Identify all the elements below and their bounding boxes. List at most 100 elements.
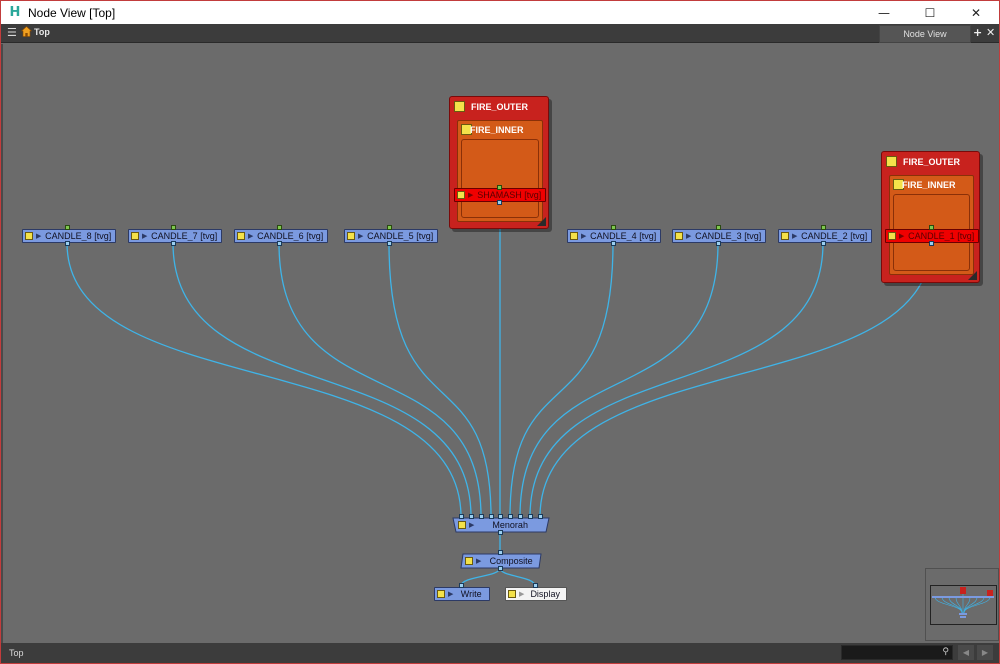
navigator-preview [932,587,994,618]
input-port[interactable] [533,583,538,588]
node-label: CANDLE_2 [tvg] [801,231,868,241]
input-port[interactable] [277,225,282,230]
group-header: FIRE_INNER [461,124,524,135]
wire-composite-write [460,567,501,587]
enable-toggle-icon[interactable] [131,232,139,240]
maximize-icon: ☐ [924,5,936,20]
fire-inner-group-shamash[interactable]: FIRE_INNER [457,120,543,222]
input-port[interactable] [387,225,392,230]
enable-toggle-icon[interactable] [781,232,789,240]
breadcrumb[interactable]: Top [21,26,50,37]
wire-candle-6 [278,242,482,518]
enable-toggle-icon[interactable] [886,156,897,167]
resize-handle-icon[interactable] [537,217,546,226]
close-icon: ✕ [970,5,982,20]
input-port[interactable] [611,225,616,230]
input-port[interactable] [528,514,533,519]
input-port[interactable] [171,225,176,230]
input-port[interactable] [498,550,503,555]
input-port[interactable] [538,514,543,519]
node-label: CANDLE_5 [tvg] [367,231,434,241]
input-port[interactable] [459,514,464,519]
node-label: CANDLE_8 [tvg] [45,231,112,241]
enable-toggle-icon[interactable] [25,232,33,240]
group-label: FIRE_INNER [470,124,524,135]
input-port[interactable] [479,514,484,519]
breadcrumb-top[interactable]: Top [34,27,50,37]
enable-toggle-icon[interactable] [237,232,245,240]
output-port[interactable] [929,241,934,246]
node-label: CANDLE_6 [tvg] [257,231,324,241]
close-button[interactable]: ✕ [953,1,999,24]
window-title: Node View [Top] [28,5,116,20]
fire-outer-group-shamash[interactable]: FIRE_OUTER FIRE_INNER [449,96,549,229]
search-input[interactable]: ⚲ [841,645,953,660]
input-port[interactable] [498,514,503,519]
enable-toggle-icon[interactable] [675,232,683,240]
input-port[interactable] [65,225,70,230]
fire-outer-group-candle-1[interactable]: FIRE_OUTER FIRE_INNER [881,151,980,283]
next-button[interactable]: ▶ [977,645,993,660]
output-port[interactable] [387,241,392,246]
enable-toggle-icon[interactable] [508,590,516,598]
output-port[interactable] [716,241,721,246]
output-port[interactable] [171,241,176,246]
enable-toggle-icon[interactable] [457,191,465,199]
display-node[interactable]: ▶ Display [505,587,567,601]
status-path: Top [9,648,24,658]
group-label: FIRE_OUTER [903,156,961,167]
enable-toggle-icon[interactable] [458,521,466,529]
minimize-button[interactable]: — [861,1,907,24]
hamburger-menu-icon[interactable]: ☰ [7,27,17,39]
enable-toggle-icon[interactable] [570,232,578,240]
wire-candle-3 [519,242,719,518]
input-port[interactable] [508,514,513,519]
group-header: FIRE_INNER [893,179,956,190]
write-node[interactable]: ▶ Write [434,587,490,601]
output-port[interactable] [498,566,503,571]
output-port[interactable] [65,241,70,246]
minimize-icon: — [878,5,890,20]
node-label: SHAMASH [tvg] [477,190,542,200]
output-port[interactable] [277,241,282,246]
node-label: Write [460,589,482,599]
output-port[interactable] [821,241,826,246]
navigator-thumbnail[interactable] [925,568,999,641]
input-port[interactable] [459,583,464,588]
group-header: FIRE_OUTER [886,156,960,167]
chevron-right-icon: ▶ [981,648,989,657]
output-port[interactable] [498,530,503,535]
output-port[interactable] [497,200,502,205]
input-port[interactable] [518,514,523,519]
input-port[interactable] [469,514,474,519]
previous-button[interactable]: ◀ [958,645,974,660]
status-bar: Top ⚲ ◀ ▶ [1,643,999,663]
enable-toggle-icon[interactable] [454,101,465,112]
resize-handle-icon[interactable] [968,271,977,280]
search-icon[interactable]: ⚲ [942,647,949,657]
enable-toggle-icon[interactable] [465,557,473,565]
node-label: CANDLE_1 [tvg] [908,231,975,241]
tab-node-view[interactable]: Node View [879,25,971,43]
group-header: FIRE_OUTER [454,101,528,112]
input-port[interactable] [821,225,826,230]
input-port[interactable] [489,514,494,519]
wire-candle-7 [172,242,472,518]
group-label: FIRE_OUTER [471,101,529,112]
input-port[interactable] [716,225,721,230]
enable-toggle-icon[interactable] [437,590,445,598]
chevron-left-icon: ◀ [962,648,970,657]
node-canvas[interactable]: ▶ CANDLE_8 [tvg] ▶ CANDLE_7 [tvg] ▶ CAND… [1,44,999,643]
node-view-window: H Node View [Top] — ☐ ✕ ☰ Top Node View … [0,0,1000,664]
enable-toggle-icon[interactable] [347,232,355,240]
input-port[interactable] [497,185,502,190]
input-port[interactable] [929,225,934,230]
add-tab-icon[interactable]: + [973,27,982,39]
close-tab-icon[interactable]: ✕ [986,27,995,39]
enable-toggle-icon[interactable] [888,232,896,240]
output-port[interactable] [611,241,616,246]
node-label: Composite [489,556,533,566]
node-view-toolbar: ☰ Top Node View + ✕ [1,24,999,43]
node-label: CANDLE_3 [tvg] [695,231,762,241]
maximize-button[interactable]: ☐ [907,1,953,24]
